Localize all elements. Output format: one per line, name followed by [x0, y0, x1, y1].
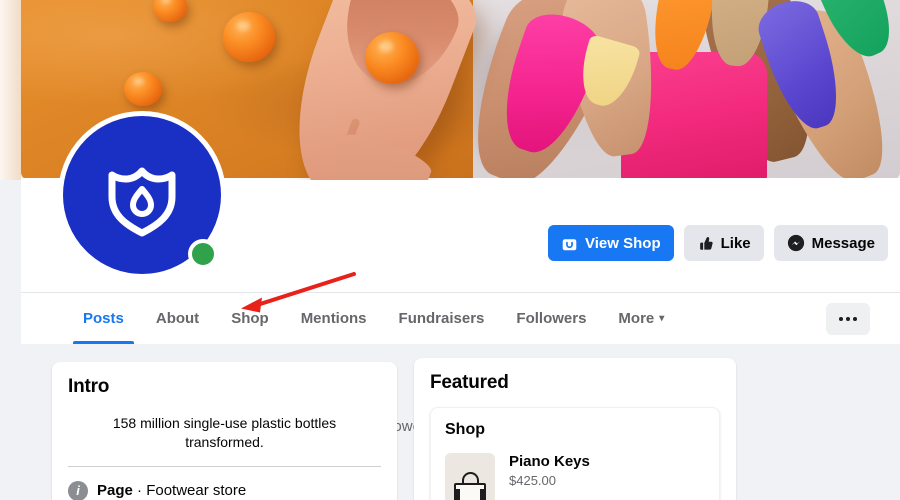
intro-divider: [68, 465, 381, 467]
facebook-page-screen: 342K likes • 360K followers View Shop Li…: [0, 0, 900, 500]
left-margin-strip: [0, 0, 21, 180]
intro-bio: 158 million single-use plastic bottles t…: [112, 415, 337, 450]
ellipsis-icon-dot: [839, 316, 843, 321]
intro-category-text: Page · Footwear store: [97, 482, 246, 499]
view-shop-button[interactable]: View Shop: [548, 225, 674, 261]
chevron-down-icon: ▾: [659, 312, 665, 324]
tab-mentions[interactable]: Mentions: [285, 293, 383, 344]
messenger-icon: [787, 234, 804, 252]
tab-followers-label: Followers: [516, 310, 587, 327]
tab-shop[interactable]: Shop: [215, 293, 285, 344]
tab-fundraisers[interactable]: Fundraisers: [383, 293, 501, 344]
tab-about-label: About: [155, 310, 200, 327]
cover-photo-right-half: [473, 0, 900, 180]
tangerine: [124, 72, 162, 106]
tab-fundraisers-label: Fundraisers: [398, 310, 485, 327]
featured-shop-card[interactable]: Shop Piano Keys $425.00: [430, 407, 720, 500]
tab-mentions-label: Mentions: [300, 310, 367, 327]
ellipsis-icon-dot: [846, 316, 850, 321]
product-details: Piano Keys $425.00: [509, 453, 590, 488]
ellipsis-icon-dot: [853, 316, 857, 321]
shield-droplet-logo-icon: [108, 167, 176, 237]
product-price: $425.00: [509, 473, 556, 488]
thumbs-up-icon: [699, 236, 713, 250]
message-label: Message: [811, 234, 875, 252]
like-button[interactable]: Like: [683, 225, 764, 261]
handbag-icon-body: [454, 483, 486, 500]
intro-title: Intro: [68, 376, 110, 397]
page-options-button[interactable]: [826, 302, 870, 335]
tab-more[interactable]: More ▾: [602, 293, 680, 344]
profile-picture[interactable]: [58, 111, 226, 279]
tab-posts-label: Posts: [83, 310, 124, 327]
featured-card: Featured Shop Piano Keys $425.00: [414, 358, 736, 500]
tab-more-label: More: [618, 310, 655, 327]
tangerine: [223, 12, 275, 62]
intro-category-value: · Footwear store: [137, 482, 247, 500]
page-content: Intro 158 million single-use plastic bot…: [0, 344, 900, 500]
featured-shop-title: Shop: [445, 421, 485, 438]
intro-category-label: Page: [97, 482, 133, 500]
like-label: Like: [720, 234, 751, 252]
product-thumbnail: [445, 453, 495, 500]
info-icon: i: [68, 480, 88, 500]
tab-followers[interactable]: Followers: [500, 293, 602, 344]
product-name: Piano Keys: [509, 453, 590, 470]
tab-shop-label: Shop: [231, 310, 269, 327]
intro-category-row: i Page · Footwear store: [68, 480, 381, 500]
featured-title: Featured: [430, 372, 509, 393]
page-action-buttons: View Shop Like Message: [548, 225, 888, 261]
tab-posts[interactable]: Posts: [67, 293, 140, 344]
shop-bag-icon: [562, 238, 577, 250]
active-status-badge: [188, 239, 218, 269]
page-tabs: Posts About Shop Mentions Fundraisers Fo…: [21, 292, 900, 344]
message-button[interactable]: Message: [773, 225, 888, 261]
intro-card: Intro 158 million single-use plastic bot…: [52, 362, 397, 500]
view-shop-label: View Shop: [585, 234, 661, 252]
tab-about[interactable]: About: [140, 293, 215, 344]
tangerine: [153, 0, 187, 22]
tangerine: [365, 32, 419, 84]
product-item[interactable]: Piano Keys $425.00: [445, 453, 705, 500]
